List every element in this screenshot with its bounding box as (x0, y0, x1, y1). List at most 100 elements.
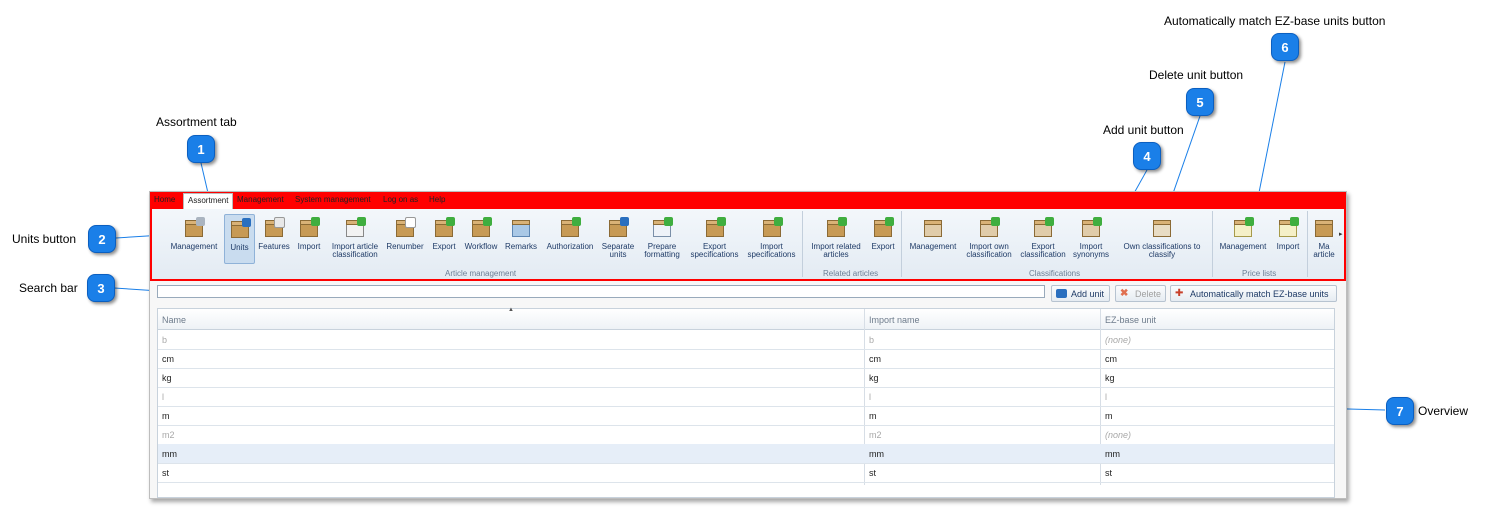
auto-match-ez-base-units-button[interactable]: ✚ Automatically match EZ-base units (1170, 285, 1337, 302)
table-row[interactable]: mm mm mm (158, 444, 1334, 464)
ribbon-separator (1212, 211, 1213, 277)
ribbon-workflow-button[interactable]: Workflow (462, 214, 500, 262)
ribbon-export-specifications-button[interactable]: Export specifications (687, 214, 742, 262)
cell-ez-base-unit: cm (1105, 354, 1117, 364)
export-box-icon (704, 217, 726, 239)
speech-bubble-icon (510, 217, 532, 239)
ribbon-overflow-button[interactable]: Ma article (1309, 214, 1339, 262)
ribbon-export-button[interactable]: Export (429, 214, 459, 262)
units-icon (229, 218, 251, 240)
sort-ascending-icon: ▲ (508, 307, 514, 313)
table-row[interactable]: m m m (158, 406, 1334, 426)
ribbon-renumber-button[interactable]: Renumber (385, 214, 425, 262)
group-label-article-management: Article management (445, 269, 517, 278)
table-row[interactable]: st st st (158, 463, 1334, 483)
import-folder-icon (978, 217, 1000, 239)
column-header-ez-base-unit[interactable]: EZ-base unit (1105, 315, 1156, 325)
cell-name: kg (162, 373, 172, 383)
import-folder-icon (1080, 217, 1102, 239)
ribbon-authorization-button[interactable]: Authorization (542, 214, 598, 262)
cell-ez-base-unit: kg (1105, 373, 1115, 383)
ribbon-scroll-right-icon[interactable]: ▸ (1339, 230, 1343, 238)
callout-label-2: Units button (12, 232, 77, 246)
cell-name: l (162, 392, 164, 402)
callout-label-3: Search bar (19, 281, 78, 295)
ruler-icon (1056, 289, 1067, 298)
ribbon-price-list-management-button[interactable]: Management (1216, 214, 1270, 262)
menu-system-management[interactable]: System management (295, 195, 371, 204)
cell-ez-base-unit: st (1105, 468, 1113, 478)
ribbon-import-article-classification-button[interactable]: Import article classification (327, 214, 383, 262)
ribbon-separator (1307, 211, 1308, 277)
ribbon-separate-units-button[interactable]: Separate units (600, 214, 636, 262)
box-gear-icon (183, 217, 205, 239)
cell-name: m2 (162, 430, 175, 440)
callout-label-7: Overview (1418, 404, 1469, 418)
formatting-check-icon (651, 217, 673, 239)
ribbon-own-classifications-to-classify-button[interactable]: Own classifications to classify (1115, 214, 1209, 262)
menu-management[interactable]: Management (237, 195, 284, 204)
ribbon-export-classification-button[interactable]: Export classification (1018, 214, 1068, 262)
menu-assortment-tab[interactable]: Assortment (183, 193, 234, 209)
export-box-icon (872, 217, 894, 239)
document-icon (344, 217, 366, 239)
ribbon-separator (901, 211, 902, 277)
cell-import-name: m2 (869, 430, 882, 440)
ribbon-features-button[interactable]: Features (256, 214, 292, 262)
cell-ez-base-unit: (none) (1105, 335, 1132, 345)
table-row[interactable]: kg kg kg (158, 368, 1334, 388)
callout-bubble-6: 6 (1271, 33, 1299, 61)
cell-import-name: st (869, 468, 877, 478)
table-row[interactable]: b b (none) (158, 330, 1334, 350)
import-box-icon (761, 217, 783, 239)
table-row[interactable]: l l l (158, 387, 1334, 407)
menu-help[interactable]: Help (429, 195, 445, 204)
features-icon (263, 217, 285, 239)
callout-label-4: Add unit button (1103, 123, 1184, 137)
table-row[interactable]: cm cm cm (158, 349, 1334, 369)
column-header-import-name[interactable]: Import name (869, 315, 920, 325)
add-unit-button[interactable]: Add unit (1051, 285, 1110, 302)
cell-name: st (162, 468, 170, 478)
cell-import-name: l (869, 392, 871, 402)
folder-icon (922, 217, 944, 239)
cell-name: b (162, 335, 168, 345)
import-box-icon (825, 217, 847, 239)
ribbon-classification-management-button[interactable]: Management (905, 214, 961, 262)
column-header-name[interactable]: Name (162, 315, 186, 325)
cell-ez-base-unit: (none) (1105, 430, 1132, 440)
menu-log-on-as[interactable]: Log on as (383, 195, 418, 204)
units-overview-grid: Name ▲ Import name EZ-base unit b b (non… (157, 307, 1335, 498)
ribbon-related-export-button[interactable]: Export (868, 214, 898, 262)
ribbon-import-specifications-button[interactable]: Import specifications (744, 214, 799, 262)
search-input[interactable] (157, 285, 1045, 298)
cell-name: cm (162, 354, 174, 364)
magic-wand-icon: ✚ (1175, 288, 1184, 299)
callout-bubble-5: 5 (1186, 88, 1214, 116)
table-row[interactable]: m2 m2 (none) (158, 425, 1334, 445)
ribbon-import-related-articles-button[interactable]: Import related articles (806, 214, 866, 262)
menu-bar: Home Assortment Management System manage… (150, 192, 1346, 209)
callout-bubble-7: 7 (1386, 397, 1414, 425)
menu-home[interactable]: Home (154, 195, 175, 204)
export-arrow-icon (433, 217, 455, 239)
callout-bubble-2: 2 (88, 225, 116, 253)
price-list-icon (1232, 217, 1254, 239)
renumber-icon (394, 217, 416, 239)
delete-unit-button[interactable]: ✖ Delete (1115, 285, 1166, 302)
ribbon-import-button[interactable]: Import (294, 214, 324, 262)
cell-import-name: m (869, 411, 877, 421)
ribbon-units-button[interactable]: Units (224, 214, 255, 264)
ribbon-prepare-formatting-button[interactable]: Prepare formatting (638, 214, 686, 262)
ribbon-separator (802, 211, 803, 277)
callout-label-1: Assortment tab (156, 115, 237, 129)
cell-ez-base-unit: m (1105, 411, 1113, 421)
ribbon-management-button[interactable]: Management (168, 214, 220, 262)
ribbon-remarks-button[interactable]: Remarks (503, 214, 539, 262)
callout-label-6: Automatically match EZ-base units button (1164, 14, 1386, 28)
delete-x-icon: ✖ (1120, 288, 1129, 299)
workflow-icon (470, 217, 492, 239)
ribbon-price-list-import-button[interactable]: Import (1272, 214, 1304, 262)
ribbon-import-own-classification-button[interactable]: Import own classification (963, 214, 1015, 262)
ribbon-import-synonyms-button[interactable]: Import synonyms (1070, 214, 1112, 262)
